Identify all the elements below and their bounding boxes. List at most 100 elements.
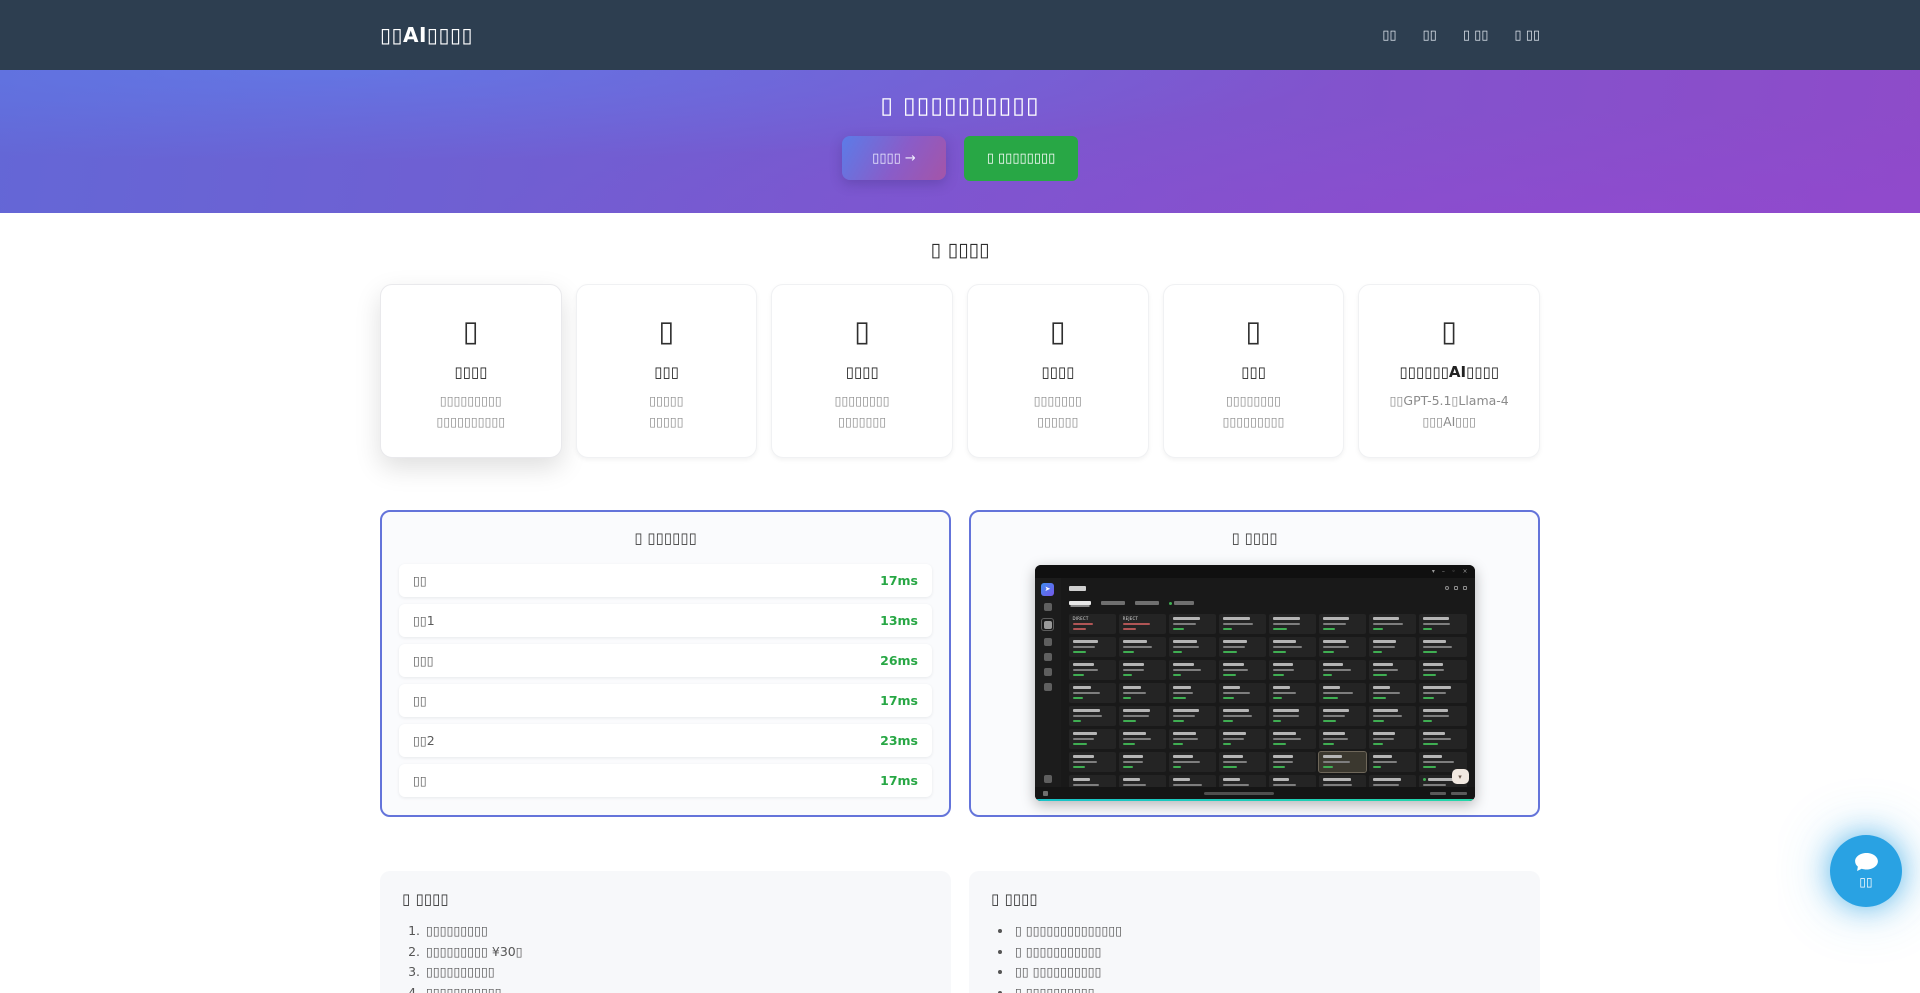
window-maximize-icon: ◦ xyxy=(1452,565,1456,578)
guide-item: ▯▯▯▯▯▯▯▯▯▯▯ xyxy=(424,983,929,993)
window-pin-icon: ▾ xyxy=(1432,565,1435,578)
sidebar-icon xyxy=(1044,653,1052,661)
notes-title: ▯ ▯▯▯▯ xyxy=(991,890,1518,908)
latency-row: ▯▯ 17ms xyxy=(399,564,932,597)
sidebar-icon-active xyxy=(1041,618,1054,631)
hero-title: ▯ ▯▯▯▯▯▯▯▯▯▯ xyxy=(0,70,1920,119)
nav-link-3[interactable]: ▯ ▯▯ xyxy=(1514,28,1540,43)
latency-row: ▯▯1 13ms xyxy=(399,604,932,637)
nav-link-2[interactable]: ▯ ▯▯ xyxy=(1463,28,1489,43)
latency-row: ▯▯▯ 26ms xyxy=(399,644,932,677)
latency-value: 17ms xyxy=(880,573,918,588)
latency-value: 17ms xyxy=(880,773,918,788)
proxy-card xyxy=(1369,660,1416,680)
nav-link-1[interactable]: ▯▯ xyxy=(1423,28,1437,43)
proxy-card xyxy=(1369,683,1416,703)
proxy-card xyxy=(1219,706,1266,726)
feature-card: ▯ ▯▯▯▯ ▯▯▯▯▯▯▯▯▯ ▯▯▯▯▯▯▯▯▯▯ xyxy=(380,284,562,458)
dashboard-grid: DIRECTREJECT xyxy=(1069,614,1467,795)
dashboard-tab-active xyxy=(1069,601,1091,605)
proxy-card xyxy=(1269,729,1316,749)
latency-row: ▯▯2 23ms xyxy=(399,724,932,757)
proxy-card xyxy=(1119,683,1166,703)
bottom-boxes: ▯ ▯▯▯▯ ▯▯▯▯▯▯▯▯▯ ▯▯▯▯▯▯▯▯▯ ¥30▯ ▯▯▯▯▯▯▯▯… xyxy=(380,871,1540,993)
latency-row: ▯▯ 17ms xyxy=(399,764,932,797)
proxy-card xyxy=(1269,752,1316,772)
latency-list: ▯▯ 17ms ▯▯1 13ms ▯▯▯ 26ms ▯▯ 17ms ▯▯2 xyxy=(399,564,932,797)
status-icon xyxy=(1043,791,1048,796)
feature-card: ▯ ▯▯▯ ▯▯▯▯▯ ▯▯▯▯▯ xyxy=(576,284,758,458)
notes-item: ▯ ▯▯▯▯▯▯▯▯▯▯▯▯▯▯ xyxy=(1013,921,1518,942)
latency-value: 23ms xyxy=(880,733,918,748)
proxy-card xyxy=(1219,660,1266,680)
feature-icon: ▯ xyxy=(1172,310,1336,352)
proxy-card xyxy=(1319,729,1366,749)
feature-desc-line: ▯▯▯▯▯▯▯▯▯▯ xyxy=(389,411,553,432)
guide-list: ▯▯▯▯▯▯▯▯▯ ▯▯▯▯▯▯▯▯▯ ¥30▯ ▯▯▯▯▯▯▯▯▯▯ ▯▯▯▯… xyxy=(424,921,929,993)
proxy-card xyxy=(1219,729,1266,749)
dashboard-tab-with-dot xyxy=(1169,601,1194,605)
secondary-cta-button[interactable]: ▯ ▯▯▯▯▯▯▯▯ xyxy=(964,136,1078,181)
preview-panel: ▯ ▯▯▯▯ ▾ – ◦ × ➤ xyxy=(969,510,1540,817)
dashboard-tab xyxy=(1135,601,1159,605)
navbar: ▯▯AI▯▯▯▯ ▯▯ ▯▯ ▯ ▯▯ ▯ ▯▯ xyxy=(0,0,1920,70)
primary-cta-button[interactable]: ▯▯▯▯ → xyxy=(842,136,946,180)
chat-widget-button[interactable]: ▯▯ xyxy=(1830,835,1902,907)
landing-page: ▯▯AI▯▯▯▯ ▯▯ ▯▯ ▯ ▯▯ ▯ ▯▯ ▯ ▯▯▯▯▯▯▯▯▯▯ ▯▯… xyxy=(0,0,1920,993)
sidebar-settings-icon xyxy=(1044,775,1052,783)
latency-label: ▯▯▯ xyxy=(413,653,434,668)
proxy-card xyxy=(1419,683,1466,703)
proxy-card xyxy=(1419,660,1466,680)
proxy-card xyxy=(1419,706,1466,726)
collapse-button: ▾ xyxy=(1452,769,1469,784)
proxy-card xyxy=(1169,614,1216,634)
proxy-card xyxy=(1319,614,1366,634)
proxy-card xyxy=(1419,729,1466,749)
feature-icon: ▯ xyxy=(976,310,1140,352)
dashboard-tabs xyxy=(1069,599,1467,607)
sidebar-icon xyxy=(1044,603,1052,611)
proxy-card xyxy=(1169,752,1216,772)
proxy-card xyxy=(1069,683,1116,703)
latency-value: 13ms xyxy=(880,613,918,628)
proxy-card xyxy=(1269,637,1316,657)
proxy-card xyxy=(1269,706,1316,726)
search-icon xyxy=(1445,586,1449,590)
feature-desc-line: ▯▯▯▯▯▯▯▯▯ xyxy=(389,390,553,411)
proxy-card xyxy=(1269,660,1316,680)
feature-title: ▯▯▯ xyxy=(585,363,749,381)
sidebar-icon xyxy=(1044,638,1052,646)
traffic-bar xyxy=(1035,799,1475,802)
proxy-card xyxy=(1369,706,1416,726)
proxy-card xyxy=(1369,614,1416,634)
feature-desc-line: ▯▯▯▯▯▯▯ xyxy=(780,411,944,432)
feature-desc-line: ▯▯GPT-5.1▯Llama-4 xyxy=(1367,390,1531,411)
sidebar-icon xyxy=(1044,683,1052,691)
sidebar-icon xyxy=(1044,668,1052,676)
dashboard-sidebar: ➤ xyxy=(1035,578,1061,801)
proxy-card xyxy=(1169,706,1216,726)
latency-label: ▯▯ xyxy=(413,773,427,788)
proxy-card xyxy=(1069,729,1116,749)
proxy-card xyxy=(1169,729,1216,749)
feature-desc-line: ▯▯▯▯▯▯▯▯ xyxy=(780,390,944,411)
hero-section: ▯ ▯▯▯▯▯▯▯▯▯▯ ▯▯▯▯ → ▯ ▯▯▯▯▯▯▯▯ xyxy=(0,70,1920,213)
feature-desc-line: ▯▯▯▯▯▯▯▯▯ xyxy=(1172,411,1336,432)
proxy-card xyxy=(1319,660,1366,680)
proxy-card xyxy=(1169,683,1216,703)
proxy-card xyxy=(1219,614,1266,634)
latency-panel-title: ▯ ▯▯▯▯▯▯ xyxy=(382,529,949,547)
proxy-card xyxy=(1119,706,1166,726)
dashboard-titlebar: ▾ – ◦ × xyxy=(1035,565,1475,578)
guide-item: ▯▯▯▯▯▯▯▯▯▯ xyxy=(424,962,929,983)
feature-desc-line: ▯▯▯AI▯▯▯ xyxy=(1367,411,1531,432)
latency-label: ▯▯2 xyxy=(413,733,435,748)
proxy-card xyxy=(1319,683,1366,703)
proxy-card xyxy=(1319,706,1366,726)
proxy-card xyxy=(1369,637,1416,657)
latency-value: 26ms xyxy=(880,653,918,668)
nav-link-0[interactable]: ▯▯ xyxy=(1382,28,1396,43)
app-logo-icon: ➤ xyxy=(1041,583,1054,596)
feature-icon: ▯ xyxy=(585,310,749,352)
latency-panel: ▯ ▯▯▯▯▯▯ ▯▯ 17ms ▯▯1 13ms ▯▯▯ 26ms ▯▯ 17… xyxy=(380,510,951,817)
